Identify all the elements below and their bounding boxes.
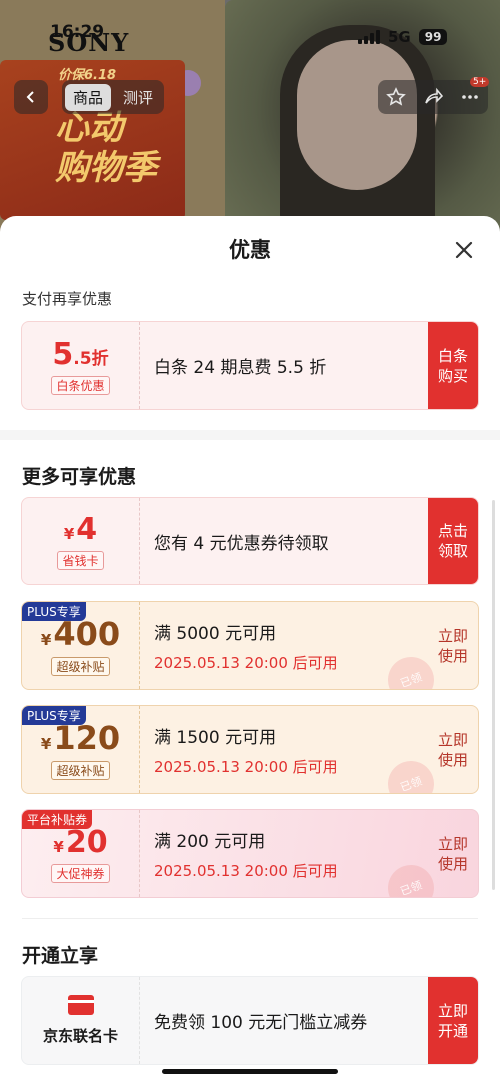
more-icon[interactable] <box>460 87 480 107</box>
close-icon[interactable] <box>450 236 478 264</box>
pay-section-label: 支付再享优惠 <box>22 290 113 308</box>
sheet-title: 优惠 <box>229 238 271 262</box>
open-now-button[interactable]: 立即开通 <box>428 977 478 1064</box>
coupon-card[interactable]: PLUS专享 ¥ 120 超级补贴 满 1500 元可用 2025.05.13 … <box>21 705 479 794</box>
currency-symbol: ¥ <box>53 837 64 856</box>
claim-coupon-button[interactable]: 点击领取 <box>428 498 478 584</box>
coupon-condition: 满 200 元可用 <box>154 831 266 852</box>
coupon-tag: 省钱卡 <box>57 551 104 570</box>
offer-description: 白条 24 期息费 5.5 折 <box>154 358 327 378</box>
brand-logo: SONY <box>48 28 130 57</box>
cobrand-card-label: 京东联名卡 <box>42 1027 118 1045</box>
coupon-amount: 4 <box>76 512 98 547</box>
coupon-tag: 超级补贴 <box>51 657 110 676</box>
offers-sheet: 优惠 支付再享优惠 5 .5折 白条优惠 白条 24 期息费 5.5 折 白条购… <box>0 216 500 1083</box>
section-divider <box>0 430 500 440</box>
baitiao-offer-card[interactable]: 5 .5折 白条优惠 白条 24 期息费 5.5 折 白条购买 <box>21 321 479 410</box>
use-coupon-button[interactable]: 立即使用 <box>428 706 478 793</box>
section-divider <box>22 918 478 919</box>
currency-symbol: ¥ <box>40 735 52 753</box>
share-icon[interactable] <box>423 87 443 107</box>
coupon-tag: 大促神券 <box>51 863 110 883</box>
cobrand-card-offer[interactable]: 京东联名卡 免费领 100 元无门槛立减券 立即开通 <box>21 976 479 1065</box>
product-page-background: 价保6.18 心动 购物季 16:29 SONY 5G 99 商品 测评 5+ <box>0 0 500 240</box>
coupon-amount: 400 <box>53 615 121 653</box>
discount-big: 5 <box>52 336 74 372</box>
coupon-valid-time: 2025.05.13 20:00 后可用 <box>154 861 338 880</box>
tab-product[interactable]: 商品 <box>65 83 112 111</box>
coupon-condition: 满 5000 元可用 <box>154 623 277 644</box>
back-button[interactable] <box>14 80 48 114</box>
coupon-valid-time: 2025.05.13 20:00 后可用 <box>154 653 338 672</box>
coupon-amount: 120 <box>53 719 121 757</box>
currency-symbol: ¥ <box>63 525 75 543</box>
coupon-card[interactable]: PLUS专享 ¥ 400 超级补贴 满 5000 元可用 2025.05.13 … <box>21 601 479 690</box>
scrollbar[interactable] <box>492 500 495 890</box>
network-type: 5G <box>388 28 411 46</box>
battery-icon: 99 <box>418 29 448 45</box>
coupon-description: 您有 4 元优惠券待领取 <box>154 533 329 554</box>
coupon-card[interactable]: ¥ 4 省钱卡 您有 4 元优惠券待领取 点击领取 <box>21 497 479 585</box>
home-indicator[interactable] <box>162 1069 338 1074</box>
status-bar-right: 5G 99 <box>358 28 448 46</box>
offer-tag: 白条优惠 <box>51 375 110 395</box>
offer-value: 5 .5折 白条优惠 <box>22 322 140 409</box>
signal-icon <box>358 30 380 44</box>
credit-card-icon <box>67 995 94 1015</box>
coupon-amount: 20 <box>65 824 108 860</box>
chevron-left-icon <box>26 91 34 103</box>
coupon-valid-time: 2025.05.13 20:00 后可用 <box>154 757 338 776</box>
currency-symbol: ¥ <box>40 631 52 649</box>
model-face <box>297 40 417 190</box>
tab-review[interactable]: 测评 <box>115 84 161 111</box>
discount-small: .5折 <box>73 348 109 369</box>
open-section-heading: 开通立享 <box>22 945 99 967</box>
coupon-card[interactable]: 平台补贴券 ¥ 20 大促神券 满 200 元可用 2025.05.13 20:… <box>21 809 479 898</box>
promo-banner-line2: 购物季 <box>55 148 157 188</box>
baitiao-buy-button[interactable]: 白条购买 <box>428 322 478 409</box>
cobrand-offer-description: 免费领 100 元无门槛立减券 <box>154 1013 368 1033</box>
coupon-tag: 超级补贴 <box>51 761 110 780</box>
use-coupon-button[interactable]: 立即使用 <box>428 602 478 689</box>
more-offers-heading: 更多可享优惠 <box>22 466 137 488</box>
message-badge: 5+ <box>470 77 490 87</box>
use-coupon-button[interactable]: 立即使用 <box>428 810 478 897</box>
coupon-condition: 满 1500 元可用 <box>154 727 277 748</box>
star-icon[interactable] <box>386 87 407 107</box>
product-tabs: 商品 测评 <box>62 80 165 114</box>
